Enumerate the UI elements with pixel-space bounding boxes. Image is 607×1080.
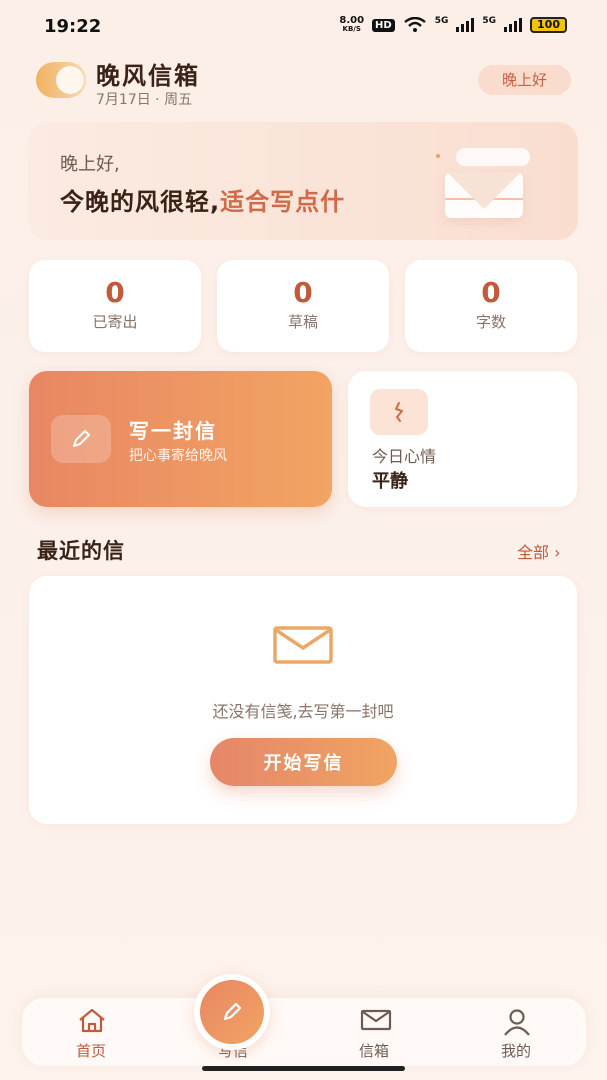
tab-label: 我的	[500, 1042, 531, 1060]
wifi-icon	[403, 17, 426, 32]
stat-card-drafts[interactable]: 0 草稿	[217, 260, 389, 352]
tab-label: 信箱	[358, 1042, 389, 1060]
moon-logo-icon	[36, 62, 86, 98]
write-card-subtitle: 把心事寄给晚风	[129, 448, 227, 464]
signal-2-label: 5G	[482, 16, 497, 26]
envelope-illustration-icon	[445, 172, 523, 218]
write-fab-button[interactable]	[194, 974, 270, 1050]
pencil-icon	[223, 1002, 242, 1021]
home-icon	[79, 1008, 105, 1033]
mail-icon	[360, 1009, 392, 1031]
status-icons: 8.00 KB/S HD 5G 5G 100	[339, 16, 567, 34]
greeting-banner: 晚上好, 今晚的风很轻,适合写点什	[28, 122, 578, 240]
tab-label: 首页	[75, 1042, 106, 1060]
banner-message-accent: 适合写点什	[220, 188, 346, 216]
net-speed-unit: KB/S	[342, 25, 361, 33]
net-speed-value: 8.00	[339, 15, 365, 26]
mood-card[interactable]: 今日心情 平静	[348, 371, 577, 507]
empty-state-text: 还没有信笺,去写第一封吧	[212, 702, 394, 721]
app-date: 7月17日 · 周五	[96, 92, 193, 108]
net-speed: 8.00 KB/S	[339, 16, 364, 34]
stat-label: 字数	[475, 313, 506, 331]
tab-profile[interactable]: 我的	[466, 998, 566, 1066]
bottom-tab-bar: 首页 写信 信箱 我的	[22, 998, 586, 1066]
stat-card-sent[interactable]: 0 已寄出	[29, 260, 201, 352]
mood-value: 平静	[372, 471, 408, 492]
app-title: 晚风信箱	[96, 62, 200, 90]
stat-value: 0	[105, 276, 125, 309]
cloud-decoration	[456, 148, 530, 166]
user-icon	[504, 1009, 530, 1036]
empty-mail-icon	[273, 626, 333, 664]
battery-icon: 100	[530, 17, 567, 33]
tab-home[interactable]: 首页	[41, 998, 141, 1066]
start-writing-button[interactable]: 开始写信	[210, 738, 397, 786]
write-icon-box	[51, 415, 111, 463]
status-bar: 19:22 8.00 KB/S HD 5G 5G 100	[0, 0, 607, 54]
fab-inner	[200, 980, 264, 1044]
banner-message-prefix: 今晚的风很轻,	[60, 188, 221, 216]
stat-label: 草稿	[287, 313, 318, 331]
banner-message: 今晚的风很轻,适合写点什	[60, 182, 345, 217]
stat-card-words[interactable]: 0 字数	[405, 260, 577, 352]
banner-subtitle: 晚上好,	[60, 154, 120, 175]
stat-value: 0	[293, 276, 313, 309]
stat-label: 已寄出	[92, 313, 138, 331]
pencil-icon	[73, 430, 90, 447]
tab-mailbox[interactable]: 信箱	[324, 998, 424, 1066]
mood-icon-box	[370, 389, 428, 435]
stat-value: 0	[481, 276, 501, 309]
mood-label: 今日心情	[372, 447, 437, 466]
signal-1-label: 5G	[434, 16, 449, 26]
signal-2-icon	[504, 18, 523, 32]
recent-letters-card: 还没有信笺,去写第一封吧 开始写信	[29, 576, 577, 824]
status-time: 19:22	[44, 16, 102, 37]
write-card-title: 写一封信	[129, 419, 217, 443]
wind-squiggle-icon	[395, 402, 403, 422]
greeting-chip: 晚上好	[478, 65, 571, 95]
dot-decoration	[436, 154, 440, 158]
home-indicator	[202, 1066, 405, 1071]
hd-badge: HD	[372, 18, 395, 32]
write-letter-card[interactable]: 写一封信 把心事寄给晚风	[29, 371, 332, 507]
recent-section-title: 最近的信	[37, 539, 125, 563]
signal-1-icon	[456, 18, 475, 32]
view-all-link[interactable]: 全部 ›	[517, 539, 561, 563]
